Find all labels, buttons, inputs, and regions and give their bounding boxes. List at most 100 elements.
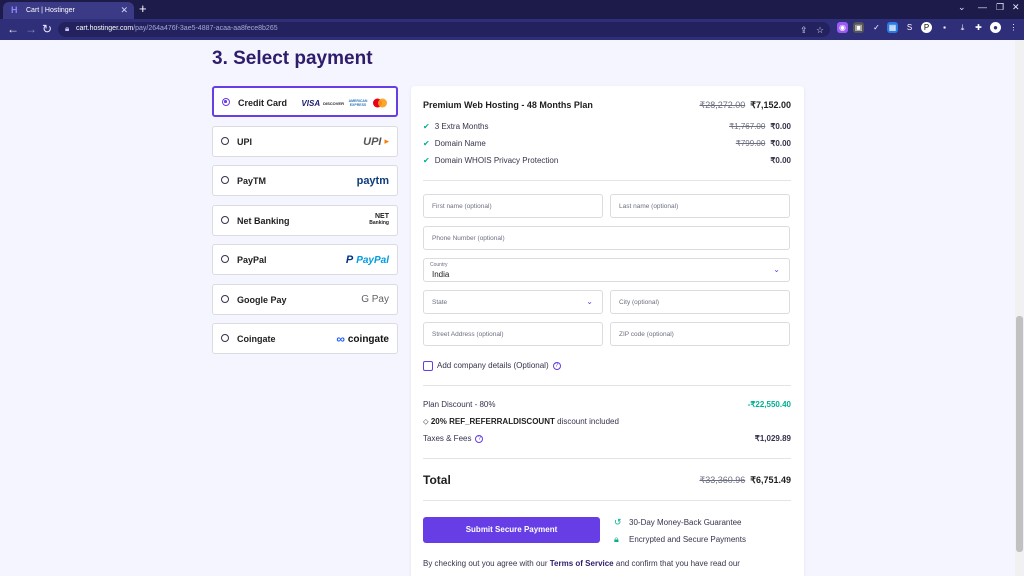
extension-icon[interactable]: ▦: [887, 22, 898, 33]
coupon-row: ⬦ 20% REF_REFERRALDISCOUNT discount incl…: [423, 417, 619, 426]
payment-method-label: Net Banking: [237, 215, 290, 226]
lock-icon: 🔒︎: [65, 24, 70, 33]
clock-refund-icon: ↺: [614, 517, 622, 527]
menu-kebab-icon[interactable]: ⋮: [1008, 22, 1019, 33]
radio-unselected[interactable]: [221, 176, 229, 184]
plan-row: Premium Web Hosting - 48 Months Plan ₹28…: [423, 99, 791, 111]
forward-icon[interactable]: →: [25, 22, 37, 36]
browser-tab[interactable]: H Cart | Hostinger ✕: [3, 2, 134, 19]
scrollbar-thumb[interactable]: [1016, 316, 1023, 552]
back-icon[interactable]: ←: [7, 22, 19, 36]
reload-icon[interactable]: ↻: [42, 22, 52, 36]
taxes-row: Taxes & Fees? ₹1,029.89: [423, 434, 791, 443]
check-icon: ✔: [423, 156, 430, 165]
paypal-logo: P PayPal: [345, 254, 389, 266]
street-address-field[interactable]: Street Address (optional): [423, 322, 603, 346]
payment-method-label: UPI: [237, 136, 253, 147]
order-item: ✔ 3 Extra Months ₹1,767.00 ₹0.00: [423, 122, 791, 131]
terms-text: By checking out you agree with our Terms…: [423, 559, 740, 568]
payment-method-label: Coingate: [237, 334, 276, 344]
browser-tabbar: H Cart | Hostinger ✕ + ⌄ — ❐ ✕: [0, 0, 1024, 19]
divider: [423, 385, 791, 386]
payment-method-paytm[interactable]: PayTM paytm: [212, 165, 398, 196]
minimize-icon[interactable]: —: [978, 2, 987, 12]
chevron-down-icon: ⌄: [586, 297, 593, 306]
terms-of-service-link[interactable]: Terms of Service: [550, 559, 614, 568]
help-icon[interactable]: ?: [552, 361, 561, 370]
payment-method-net-banking[interactable]: Net Banking NET Banking: [212, 204, 398, 236]
radio-unselected[interactable]: [221, 136, 229, 145]
company-details-label[interactable]: Add company details (Optional)?: [437, 361, 561, 370]
payment-method-google-pay[interactable]: Google Pay G Pay: [212, 283, 398, 315]
net-banking-logo: NET Banking: [369, 212, 389, 226]
payment-method-upi[interactable]: UPI UPI ▸: [212, 125, 398, 157]
check-icon: ✔: [423, 122, 430, 131]
paytm-logo: paytm: [356, 175, 389, 187]
order-item: ✔ Domain WHOIS Privacy Protection ₹0.00: [423, 156, 791, 165]
payment-method-label: Google Pay: [237, 294, 287, 305]
extension-icon[interactable]: ▪: [939, 22, 950, 33]
first-name-field[interactable]: First name (optional): [423, 194, 603, 218]
extensions-puzzle-icon[interactable]: ✚: [973, 22, 984, 33]
hostinger-favicon-icon: H: [11, 5, 18, 15]
restore-icon[interactable]: ❐: [996, 2, 1004, 13]
close-tab-icon[interactable]: ✕: [120, 5, 128, 16]
profile-avatar-icon[interactable]: ●: [990, 22, 1001, 33]
divider: [423, 500, 791, 501]
country-select[interactable]: Country India ⌄: [423, 258, 790, 282]
state-select[interactable]: State ⌄: [423, 290, 603, 314]
mastercard-logo: [373, 98, 387, 108]
extension-icon[interactable]: ◉: [837, 22, 848, 33]
money-back-guarantee: ↺ 30-Day Money-Back Guarantee: [614, 517, 742, 527]
address-bar[interactable]: 🔒︎ cart.hostinger.com/pay/264a476f-3ae5-…: [58, 22, 830, 37]
chevron-down-icon: ⌄: [773, 265, 780, 274]
close-window-icon[interactable]: ✕: [1012, 2, 1020, 13]
plan-discount-row: Plan Discount - 80% -₹22,550.40: [423, 400, 791, 409]
tag-icon: ⬦: [423, 417, 429, 426]
plan-name: Premium Web Hosting - 48 Months Plan: [423, 100, 593, 110]
amex-logo: AMERICAN EXPRESS: [348, 99, 368, 107]
radio-unselected[interactable]: [221, 215, 229, 224]
download-icon[interactable]: ⤓: [957, 22, 968, 33]
phone-number-field[interactable]: Phone Number (optional): [423, 226, 790, 250]
city-field[interactable]: City (optional): [610, 290, 790, 314]
payment-method-coingate[interactable]: Coingate ∞ coingate: [212, 323, 398, 354]
bookmark-star-icon[interactable]: ☆: [816, 25, 824, 36]
visa-logo: VISA: [301, 98, 321, 108]
payment-method-credit-card[interactable]: Credit Card VISA DISCOVER AMERICAN EXPRE…: [212, 86, 398, 117]
payment-methods-list: Credit Card VISA DISCOVER AMERICAN EXPRE…: [212, 86, 398, 363]
share-icon[interactable]: ⇪: [800, 25, 808, 36]
last-name-field[interactable]: Last name (optional): [610, 194, 790, 218]
submit-payment-button[interactable]: Submit Secure Payment: [423, 517, 600, 543]
coingate-logo: ∞ coingate: [336, 332, 389, 346]
radio-selected[interactable]: [222, 98, 230, 106]
extension-icon[interactable]: S: [904, 22, 915, 33]
divider: [423, 458, 791, 459]
camera-extension-icon[interactable]: ▣: [853, 22, 864, 33]
radio-unselected[interactable]: [221, 334, 229, 342]
payment-method-label: PayPal: [237, 255, 267, 265]
divider: [423, 180, 791, 181]
page-title: 3. Select payment: [212, 48, 373, 69]
plan-price: ₹28,272.00 ₹7,152.00: [699, 99, 791, 110]
total-label: Total: [423, 473, 451, 487]
payment-method-paypal[interactable]: PayPal P PayPal: [212, 244, 398, 275]
check-icon: ✔: [423, 139, 430, 148]
radio-unselected[interactable]: [221, 294, 229, 303]
upi-logo: UPI ▸: [363, 135, 389, 148]
help-icon[interactable]: ?: [475, 434, 484, 443]
tab-title: Cart | Hostinger: [26, 7, 75, 14]
radio-unselected[interactable]: [221, 255, 229, 263]
new-tab-icon[interactable]: +: [139, 2, 147, 16]
discover-logo: DISCOVER: [323, 100, 344, 106]
url-text: cart.hostinger.com/pay/264a476f-3ae5-488…: [76, 25, 278, 32]
extension-icon[interactable]: ✓: [871, 22, 882, 33]
zip-code-field[interactable]: ZIP code (optional): [610, 322, 790, 346]
company-details-checkbox[interactable]: [423, 361, 433, 371]
google-pay-logo: G Pay: [361, 294, 389, 305]
extension-icon[interactable]: P: [921, 22, 932, 33]
order-item: ✔ Domain Name ₹799.00 ₹0.00: [423, 139, 791, 148]
chevron-down-icon[interactable]: ⌄: [958, 2, 966, 13]
secure-payments-note: 🔒︎ Encrypted and Secure Payments: [614, 534, 746, 544]
order-summary-card: Premium Web Hosting - 48 Months Plan ₹28…: [411, 86, 804, 576]
